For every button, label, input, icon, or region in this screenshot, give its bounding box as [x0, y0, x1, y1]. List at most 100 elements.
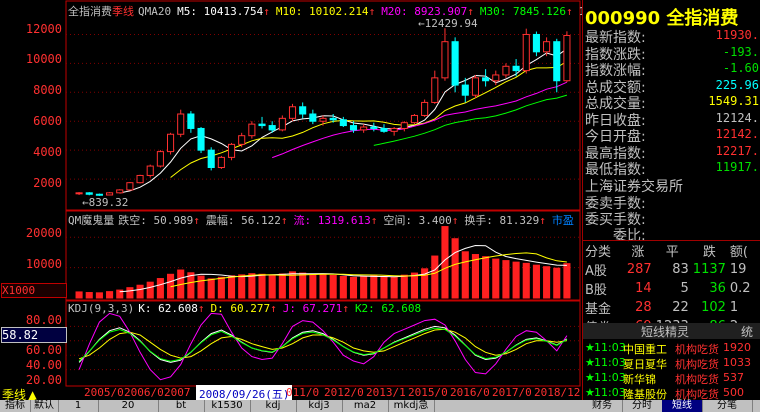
stat-row: 总成交额: 225.96: [585, 77, 759, 96]
stat-row: 今日开盘: 12142.: [585, 126, 759, 145]
kdj-tick: 40.00: [25, 358, 62, 372]
vol-tick: 10000: [25, 257, 62, 271]
volume-bar: [319, 273, 327, 299]
cat-name: A股: [585, 264, 607, 279]
bottom-tab[interactable]: kdj: [250, 400, 297, 412]
volume-unit-label: X1000: [1, 283, 67, 298]
cat-flat: 5: [680, 281, 689, 296]
ma5-arrow: ↑: [263, 5, 270, 18]
ma10-line: [170, 61, 568, 178]
kdj-name[interactable]: KDJ(9,3,3): [68, 302, 134, 315]
ticker-value: 1920: [723, 341, 751, 354]
candle-body: [136, 174, 144, 184]
kdj-k2-line: [78, 327, 568, 362]
high-annotation: ←12429.94: [418, 17, 478, 30]
vol-hs: 换手: 81.329: [464, 214, 540, 227]
cat-col-name: 分类: [585, 245, 612, 260]
stat-value: 12124.: [715, 110, 759, 125]
volume-bar: [75, 291, 83, 299]
bottom-tab[interactable]: 指标: [0, 400, 31, 412]
candle-body: [197, 127, 205, 151]
period-label[interactable]: 季线: [112, 5, 134, 18]
bottom-tab[interactable]: kdj3: [296, 400, 343, 412]
cat-flat: 83: [672, 262, 689, 277]
date-label: 2012/0: [324, 386, 364, 399]
kdj-d-arrow: ↑: [270, 302, 277, 315]
bottom-tab-bar: 指标 默认 1 20 bt k1530 kdj kdj3 ma2 mkdj急 财务 分时 短线 分笔: [0, 400, 760, 412]
ma-prefix: QMA20: [138, 5, 172, 18]
volume-bar: [258, 273, 266, 299]
volume-bar: [238, 274, 246, 299]
vol-indicator-name[interactable]: QM魔鬼量: [68, 214, 114, 227]
ticker-time: 11:03: [594, 356, 626, 369]
cat-up: 14: [635, 281, 652, 296]
bottom-tab[interactable]: bt: [158, 400, 205, 412]
bottom-tab[interactable]: 短线: [662, 400, 703, 412]
cat-down: 102: [701, 300, 726, 315]
price-tick: 6000: [33, 114, 62, 128]
bottom-tab[interactable]: 分笔: [702, 400, 753, 412]
vol-liu-arrow: ↑: [370, 214, 378, 227]
candle-body: [248, 123, 256, 137]
stat-value: 12217.: [715, 143, 759, 158]
volume-bar: [553, 267, 561, 299]
stat-value: 11917.: [715, 160, 759, 174]
cat-amount: 1: [729, 300, 739, 315]
kdj-d: D: 60.277: [210, 302, 271, 315]
category-header-row: 分类 涨 平 跌 额(: [583, 240, 760, 260]
bottom-tab[interactable]: ma2: [342, 400, 389, 412]
ticker-stock: 新华锦: [623, 373, 656, 386]
candle-body: [156, 151, 164, 167]
ticker-event: 机构吃货: [675, 343, 719, 356]
volume-bar: [522, 262, 530, 299]
volume-bar: [502, 260, 510, 299]
candle-body: [227, 143, 236, 158]
date-label: 2018/12: [534, 386, 581, 399]
index-name: 全指消费: [68, 5, 112, 18]
index-code: 000990: [585, 8, 661, 29]
date-label: 2013/1: [366, 386, 406, 399]
volume-bar: [410, 272, 419, 299]
stat-value: 1549.31: [708, 94, 759, 108]
volume-bar: [370, 275, 378, 299]
volume-bar: [339, 275, 347, 299]
ticker-value: 537: [723, 371, 744, 384]
date-label: 2006/0: [124, 386, 164, 399]
category-row: A股 287 83 1137 19: [583, 260, 760, 279]
kdj-pane-header: KDJ(9,3,3) K: 62.608↑ D: 60.277↑ J: 67.271↑…: [68, 302, 427, 315]
ticker-row[interactable]: ★ 11:03 夏日夏华 机构吃货 1033: [585, 356, 760, 371]
bottom-tab[interactable]: 1: [58, 400, 99, 412]
volume-bar: [136, 284, 144, 299]
cat-name: 基金: [585, 302, 612, 317]
candle-body: [177, 113, 185, 135]
volume-bar: [299, 272, 307, 299]
cat-up: 28: [635, 300, 652, 315]
stat-row: 昨日收盘: 12124.: [585, 110, 759, 129]
bottom-tab[interactable]: mkdj急: [388, 400, 435, 412]
ma30-arrow: ↑: [566, 5, 573, 18]
bottom-tab[interactable]: 财务: [582, 400, 623, 412]
stat-value: 225.96: [715, 77, 759, 92]
price-pane-header: 全指消费季线 QMA20 M5: 10413.754↑ M10: 10102.214↑…: [68, 3, 618, 19]
ticker-time: 11:03: [594, 341, 626, 354]
bottom-tab[interactable]: 分时: [622, 400, 663, 412]
ticker-row[interactable]: ★ 11:03 中国重工 机构吃货 1920: [585, 341, 760, 356]
volume-bar: [106, 291, 114, 299]
ticker-header[interactable]: 短线精灵 统: [583, 323, 760, 339]
vol-kj: 空间: 3.400: [383, 214, 452, 227]
bottom-tab[interactable]: 20: [98, 400, 159, 412]
ticker-row[interactable]: ★ 11:03 新华锦 机构吃货 537: [585, 371, 760, 386]
bottom-tab[interactable]: k1530: [204, 400, 251, 412]
kdj-readout-box: 58.82: [1, 327, 67, 343]
candle-body: [421, 101, 429, 116]
candle-body: [482, 77, 490, 82]
stat-row: 指数涨幅: -1.60: [585, 60, 759, 79]
candle-body: [106, 192, 114, 196]
bottom-tab[interactable]: 默认: [30, 400, 59, 412]
ticker-row[interactable]: ★ 11:03 隆基股份 机构吃货 500: [585, 386, 760, 401]
cat-col-down: 跌: [702, 245, 716, 260]
vol-sc: 市盈: [551, 214, 574, 227]
candle-body: [319, 117, 327, 122]
volume-bar: [390, 276, 398, 299]
stat-value: -1.60: [722, 61, 759, 75]
